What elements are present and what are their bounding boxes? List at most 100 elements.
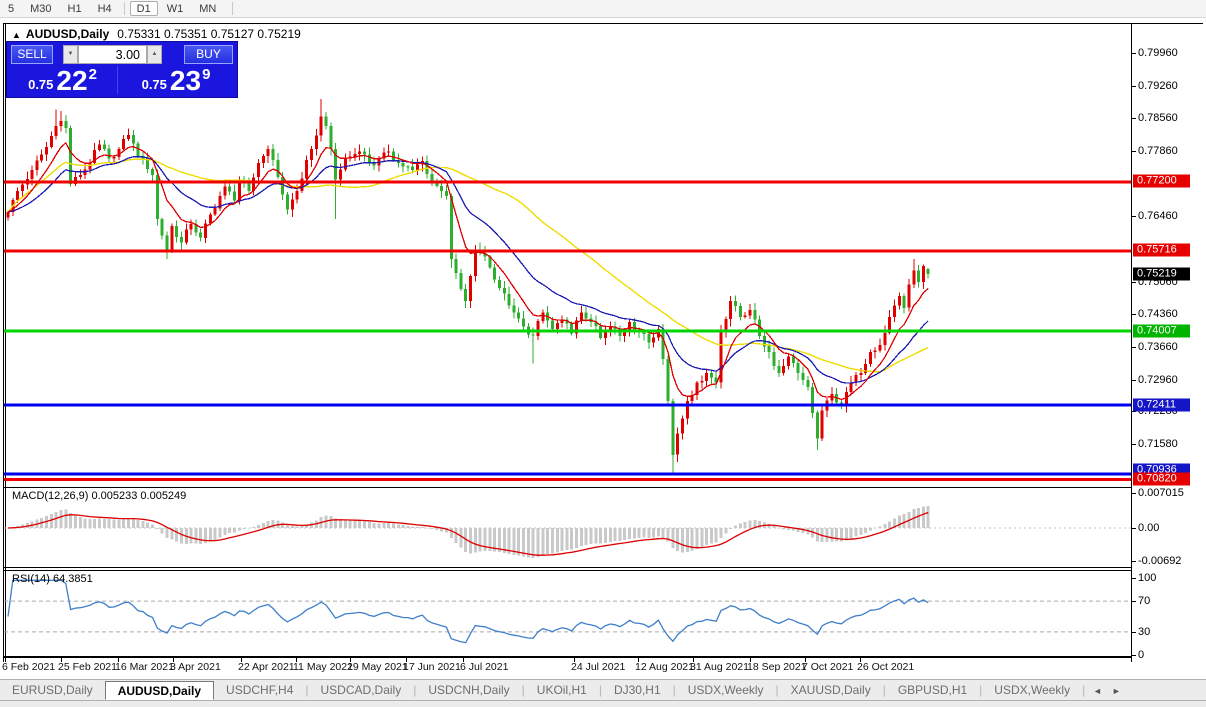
indicator-axis-label: 70 <box>1138 595 1151 607</box>
indicator-axis-label: 0 <box>1138 649 1145 661</box>
time-axis-label: 17 Jun 2021 <box>403 661 461 673</box>
one-click-trading-panel: SELL ▼ ▲ BUY 0.75222 0.75239 <box>7 42 237 97</box>
timeframe-button-mn[interactable]: MN <box>192 1 223 16</box>
timeframe-button-h4[interactable]: H4 <box>91 1 119 16</box>
chart-tab-usdx-weekly[interactable]: USDX,Weekly <box>982 680 1082 700</box>
price-axis-label: 0.72960 <box>1138 374 1178 386</box>
volume-increase-button[interactable]: ▲ <box>147 45 162 64</box>
sell-price-small: 0.75 <box>28 77 54 92</box>
indicator-axis-tick <box>1131 561 1136 562</box>
indicator-axis-tick <box>1131 493 1136 494</box>
price-axis-tick <box>1131 444 1136 445</box>
chart-tab-bar: EURUSD,Daily AUDUSD,Daily USDCHF,H4 | USDCAD… <box>0 679 1206 701</box>
chart-tab-xauusd-daily[interactable]: XAUUSD,Daily <box>779 680 883 700</box>
collapse-panel-icon[interactable]: ▲ <box>12 30 21 40</box>
time-axis-label: 6 Feb 2021 <box>2 661 56 673</box>
timeframe-button-5[interactable]: 5 <box>1 1 21 16</box>
timeframe-toolbar: 5 M30 H1 H4 D1 W1 MN <box>0 0 1206 18</box>
buy-price-small: 0.75 <box>141 77 167 92</box>
volume-input[interactable] <box>78 45 147 64</box>
time-axis-label: 31 Aug 2021 <box>690 661 749 673</box>
chart-title: ▲ AUDUSD,Daily 0.75331 0.75351 0.75127 0.7… <box>12 27 301 41</box>
tab-scroll-right-icon[interactable]: ► <box>1112 686 1121 696</box>
time-axis-label: 7 Oct 2021 <box>802 661 854 673</box>
macd-indicator-label: MACD(12,26,9) 0.005233 0.005249 <box>12 490 187 502</box>
price-axis-label: 0.74360 <box>1138 308 1178 320</box>
indicator-axis-label: -0.00692 <box>1138 555 1182 567</box>
indicator-axis-tick <box>1131 632 1136 633</box>
price-level-label: 0.77200 <box>1133 174 1190 188</box>
price-level-label: 0.74007 <box>1133 324 1190 338</box>
timeframe-button-w1[interactable]: W1 <box>160 1 191 16</box>
price-axis-label: 0.79260 <box>1138 80 1178 92</box>
spinner-down-icon: ▼ <box>67 51 74 57</box>
price-axis-tick <box>1131 282 1136 283</box>
timeframe-button-h1[interactable]: H1 <box>61 1 89 16</box>
timeframe-button-m30[interactable]: M30 <box>23 1 58 16</box>
indicator-axis-label: 30 <box>1138 626 1151 638</box>
timeframe-button-d1[interactable]: D1 <box>129 1 158 16</box>
time-axis-label: 18 Sep 2021 <box>747 661 807 673</box>
chart-ohlc-values: 0.75331 0.75351 0.75127 0.75219 <box>117 27 301 41</box>
chart-tab-dj30-h1[interactable]: DJ30,H1 <box>602 680 673 700</box>
chart-symbol-label: AUDUSD,Daily <box>25 27 110 41</box>
time-axis-label: 11 May 2021 <box>293 661 353 673</box>
price-axis-tick <box>1131 314 1136 315</box>
status-bar <box>0 701 1206 707</box>
price-axis-label: 0.78560 <box>1138 112 1178 124</box>
toolbar-separator <box>232 2 234 15</box>
buy-price-big: 23 <box>169 65 202 96</box>
indicator-axis-label: 100 <box>1138 572 1157 584</box>
price-level-label: 0.72411 <box>1133 398 1190 412</box>
time-axis-label: 3 Apr 2021 <box>170 661 221 673</box>
price-axis-tick <box>1131 380 1136 381</box>
indicator-axis-tick <box>1131 578 1136 579</box>
chart-tab-ukoil-h1[interactable]: UKOil,H1 <box>525 680 599 700</box>
price-axis-tick <box>1131 151 1136 152</box>
price-axis-tick <box>1131 86 1136 87</box>
spinner-up-icon: ▲ <box>151 51 158 57</box>
price-axis-label: 0.76460 <box>1138 210 1178 222</box>
time-axis-label: 22 Apr 2021 <box>238 661 295 673</box>
sell-price-big: 22 <box>56 65 88 96</box>
time-axis-label: 16 Mar 2021 <box>115 661 174 673</box>
chart-tab-usdchf-h4[interactable]: USDCHF,H4 <box>214 680 305 700</box>
sell-price-button[interactable]: 0.75 22 2 <box>10 65 115 96</box>
price-axis-label: 0.77860 <box>1138 145 1178 157</box>
indicator-axis-label: 0.00 <box>1138 522 1160 534</box>
volume-decrease-button[interactable]: ▼ <box>63 45 78 64</box>
price-level-label: 0.75716 <box>1133 243 1190 257</box>
toolbar-separator <box>123 2 125 15</box>
indicator-axis-label: 0.007015 <box>1138 487 1184 499</box>
tab-separator: | <box>1082 683 1086 697</box>
chart-tab-usdcnh-daily[interactable]: USDCNH,Daily <box>416 680 521 700</box>
trading-platform-window: { "toolbar": { "timeframes": ["5","M30",… <box>0 0 1206 707</box>
rsi-panel-plot[interactable] <box>4 571 1131 662</box>
chart-tab-gbpusd-h1[interactable]: GBPUSD,H1 <box>886 680 979 700</box>
price-level-label: 0.75219 <box>1133 267 1190 281</box>
time-axis-label: 26 Oct 2021 <box>857 661 915 673</box>
sell-button[interactable]: SELL <box>11 45 53 64</box>
price-axis-tick <box>1131 118 1136 119</box>
chart-tab-audusd-daily[interactable]: AUDUSD,Daily <box>104 681 215 700</box>
buy-price-sup: 9 <box>202 66 211 83</box>
rsi-indicator-label: RSI(14) 64.3851 <box>12 573 93 585</box>
chart-tab-eurusd-daily[interactable]: EURUSD,Daily <box>0 680 105 700</box>
time-axis-label: 29 May 2021 <box>347 661 408 673</box>
buy-button[interactable]: BUY <box>184 45 233 64</box>
sell-price-sup: 2 <box>88 66 97 83</box>
indicator-axis-tick <box>1131 655 1136 656</box>
price-level-label: 0.70820 <box>1133 472 1190 486</box>
price-axis-label: 0.71580 <box>1138 438 1178 450</box>
indicator-axis-tick <box>1131 601 1136 602</box>
price-axis-tick <box>1131 216 1136 217</box>
chart-tab-usdcad-daily[interactable]: USDCAD,Daily <box>309 680 414 700</box>
time-axis-label: 25 Feb 2021 <box>58 661 117 673</box>
tab-scroll-left-icon[interactable]: ◄ <box>1093 686 1102 696</box>
price-axis-label: 0.73660 <box>1138 341 1178 353</box>
chart-tab-usdx-weekly[interactable]: USDX,Weekly <box>676 680 776 700</box>
price-axis-tick <box>1131 347 1136 348</box>
buy-price-button[interactable]: 0.75 23 9 <box>117 65 234 96</box>
time-axis-label: 24 Jul 2021 <box>571 661 626 673</box>
price-axis-label: 0.79960 <box>1138 47 1178 59</box>
